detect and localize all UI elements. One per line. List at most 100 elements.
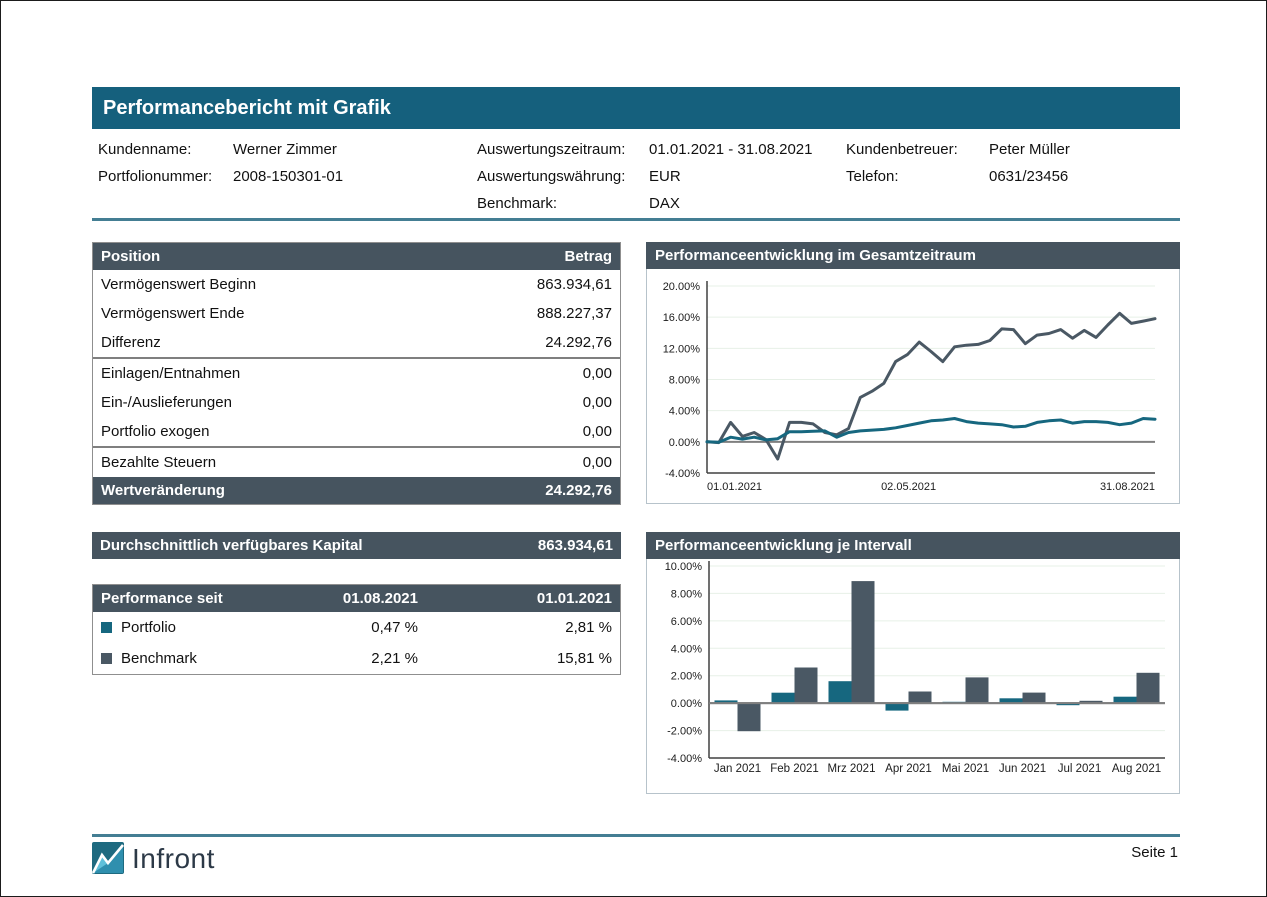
series-name: Benchmark — [101, 650, 283, 667]
brand-name: Infront — [132, 842, 215, 876]
customer-info-section: Kundenname: Werner Zimmer Portfolionumme… — [92, 140, 1180, 222]
svg-text:8.00%: 8.00% — [671, 588, 702, 600]
svg-text:Mrz 2021: Mrz 2021 — [828, 763, 876, 775]
value-col2: 15,81 % — [418, 650, 612, 667]
benchmark-label: Benchmark: — [477, 194, 557, 214]
kundenname-value: Werner Zimmer — [233, 140, 337, 160]
svg-text:-4.00%: -4.00% — [665, 468, 700, 480]
table-row: Ein-/Auslieferungen 0,00 — [93, 388, 620, 417]
row-value: 888.227,37 — [537, 305, 612, 322]
svg-text:Apr 2021: Apr 2021 — [885, 763, 932, 775]
row-value: 863.934,61 — [537, 276, 612, 293]
table-row: Vermögenswert Ende 888.227,37 — [93, 299, 620, 328]
table-row: Einlagen/Entnahmen 0,00 — [93, 359, 620, 388]
svg-text:-2.00%: -2.00% — [667, 726, 702, 738]
telefon-value: 0631/23456 — [989, 167, 1068, 187]
infront-logo-icon — [92, 842, 124, 874]
auswertungswaehrung-value: EUR — [649, 167, 681, 187]
svg-text:2.00%: 2.00% — [671, 671, 702, 683]
portfolionummer-label: Portfolionummer: — [98, 167, 212, 187]
bar-chart-panel: Performanceentwicklung je Intervall 10.0… — [646, 532, 1180, 794]
svg-text:Aug 2021: Aug 2021 — [1112, 763, 1161, 775]
row-label: Vermögenswert Beginn — [101, 276, 256, 293]
row-value: 0,00 — [583, 365, 612, 382]
line-chart-body: 20.00%16.00%12.00%8.00%4.00%0.00%-4.00%0… — [646, 269, 1180, 504]
svg-text:01.01.2021: 01.01.2021 — [707, 481, 762, 493]
bar-chart: 10.00% 8.00% 6.00% 4.00% 2.00% 0.00% -2.00% -4.… — [647, 559, 1179, 792]
svg-text:12.00%: 12.00% — [663, 343, 701, 355]
kapital-label: Durchschnittlich verfügbares Kapital — [100, 537, 363, 554]
betrag-header-label: Betrag — [564, 248, 612, 265]
telefon-label: Telefon: — [846, 167, 899, 187]
svg-text:Mai 2021: Mai 2021 — [942, 763, 989, 775]
benchmark-value: DAX — [649, 194, 680, 214]
kundenname-label: Kundenname: — [98, 140, 191, 160]
table-row: Bezahlte Steuern 0,00 — [93, 448, 620, 477]
col-date-2: 01.01.2021 — [418, 590, 612, 607]
row-value: 0,00 — [583, 423, 612, 440]
svg-text:4.00%: 4.00% — [669, 406, 700, 418]
row-value: 0,00 — [583, 454, 612, 471]
svg-text:Jun 2021: Jun 2021 — [999, 763, 1046, 775]
svg-text:0.00%: 0.00% — [669, 437, 700, 449]
row-label: Einlagen/Entnahmen — [101, 365, 240, 382]
footer-value: 24.292,76 — [545, 482, 612, 499]
row-value: 24.292,76 — [545, 334, 612, 351]
svg-text:Jul 2021: Jul 2021 — [1058, 763, 1101, 775]
series-name: Portfolio — [101, 619, 283, 636]
svg-text:8.00%: 8.00% — [669, 375, 700, 387]
info-separator-line — [92, 218, 1180, 221]
row-label: Vermögenswert Ende — [101, 305, 244, 322]
performance-seit-label: Performance seit — [101, 590, 283, 607]
row-label: Ein-/Auslieferungen — [101, 394, 232, 411]
position-header-label: Position — [101, 248, 160, 265]
footer-separator-line — [92, 834, 1180, 837]
page-title: Performancebericht mit Grafik — [92, 87, 1180, 129]
svg-text:02.05.2021: 02.05.2021 — [881, 481, 936, 493]
portfolio-legend-swatch — [101, 622, 112, 633]
position-table-header: Position Betrag — [93, 243, 620, 270]
page-number: Seite 1 — [1131, 844, 1178, 861]
bar-chart-title: Performanceentwicklung je Intervall — [646, 532, 1180, 559]
svg-text:4.00%: 4.00% — [671, 643, 702, 655]
svg-text:6.00%: 6.00% — [671, 616, 702, 628]
position-table-footer: Wertveränderung 24.292,76 — [93, 477, 620, 504]
table-row: Differenz 24.292,76 — [93, 328, 620, 357]
kapital-value: 863.934,61 — [538, 537, 613, 554]
benchmark-legend-swatch — [101, 653, 112, 664]
table-row: Vermögenswert Beginn 863.934,61 — [93, 270, 620, 299]
footer-label: Wertveränderung — [101, 482, 225, 499]
col-date-1: 01.08.2021 — [283, 590, 418, 607]
line-chart-panel: Performanceentwicklung im Gesamtzeitraum… — [646, 242, 1180, 504]
value-col2: 2,81 % — [418, 619, 612, 636]
report-page: Performancebericht mit Grafik Kundenname… — [0, 0, 1267, 897]
svg-text:-4.00%: -4.00% — [667, 753, 702, 765]
performance-table: Performance seit 01.08.2021 01.01.2021 P… — [92, 584, 621, 675]
portfolionummer-value: 2008-150301-01 — [233, 167, 343, 187]
kapital-bar: Durchschnittlich verfügbares Kapital 863… — [92, 532, 621, 559]
auswertungszeitraum-label: Auswertungszeitraum: — [477, 140, 625, 160]
svg-text:Feb 2021: Feb 2021 — [770, 763, 819, 775]
svg-text:10.00%: 10.00% — [665, 561, 703, 573]
auswertungswaehrung-label: Auswertungswährung: — [477, 167, 625, 187]
svg-text:0.00%: 0.00% — [671, 698, 702, 710]
row-label: Portfolio exogen — [101, 423, 209, 440]
table-row: Portfolio exogen 0,00 — [93, 417, 620, 446]
auswertungszeitraum-value: 01.01.2021 - 31.08.2021 — [649, 140, 812, 160]
line-chart: 20.00%16.00%12.00%8.00%4.00%0.00%-4.00%0… — [647, 269, 1179, 502]
svg-text:31.08.2021: 31.08.2021 — [1100, 481, 1155, 493]
line-chart-title: Performanceentwicklung im Gesamtzeitraum — [646, 242, 1180, 269]
svg-text:20.00%: 20.00% — [663, 281, 701, 293]
table-row: Benchmark 2,21 % 15,81 % — [93, 643, 620, 674]
row-label: Differenz — [101, 334, 161, 351]
row-value: 0,00 — [583, 394, 612, 411]
svg-text:Jan 2021: Jan 2021 — [714, 763, 761, 775]
value-col1: 2,21 % — [283, 650, 418, 667]
value-col1: 0,47 % — [283, 619, 418, 636]
bar-chart-body: 10.00% 8.00% 6.00% 4.00% 2.00% 0.00% -2.00% -4.… — [646, 559, 1180, 794]
kundenbetreuer-value: Peter Müller — [989, 140, 1070, 160]
performance-table-header: Performance seit 01.08.2021 01.01.2021 — [93, 585, 620, 612]
row-label: Bezahlte Steuern — [101, 454, 216, 471]
position-table: Position Betrag Vermögenswert Beginn 863… — [92, 242, 621, 505]
kundenbetreuer-label: Kundenbetreuer: — [846, 140, 958, 160]
